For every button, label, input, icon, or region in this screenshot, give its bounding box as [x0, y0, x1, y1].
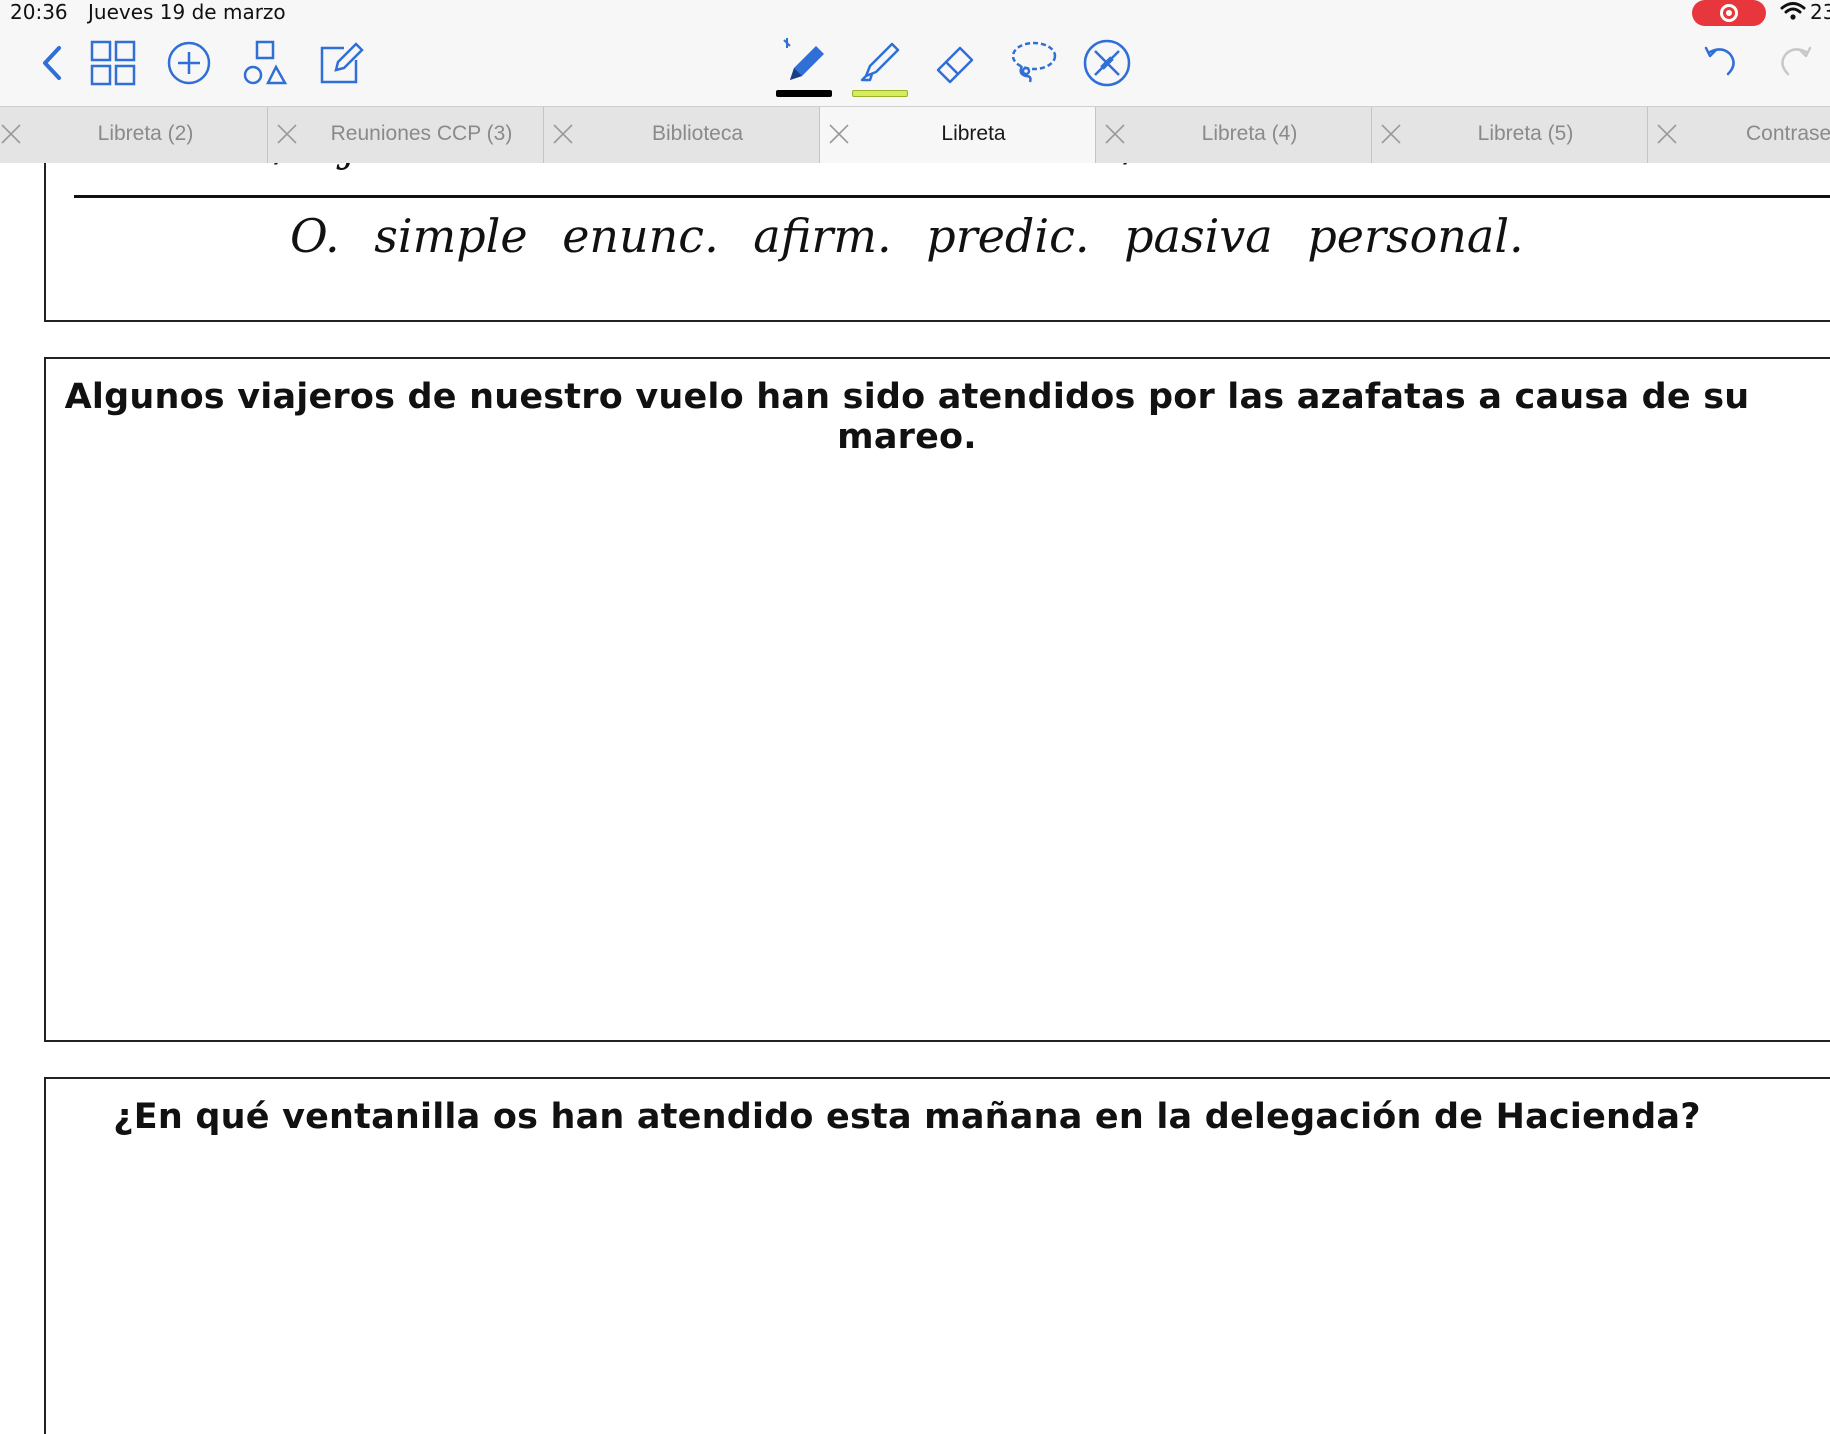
screen-recording-indicator[interactable] — [1692, 0, 1766, 26]
tab-biblioteca[interactable]: Biblioteca — [544, 107, 820, 163]
tab-label: Reuniones CCP (3) — [330, 122, 513, 145]
tab-label: Libreta (4) — [1201, 122, 1298, 145]
tab-reuniones-ccp-3[interactable]: Reuniones CCP (3) — [268, 107, 544, 163]
tab-libreta-5[interactable]: Libreta (5) — [1372, 107, 1648, 163]
tab-bar: Libreta (2) Reuniones CCP (3) Biblioteca… — [0, 106, 1830, 164]
highlighter-color-indicator[interactable] — [852, 90, 908, 97]
tab-contrase[interactable]: Contrase — [1648, 107, 1830, 163]
pen-icon[interactable] — [780, 36, 830, 86]
exercise-sentence: Algunos viajeros de nuestro vuelo han si… — [64, 377, 1750, 457]
close-icon[interactable] — [1380, 123, 1402, 145]
handwriting-predicate: SV/PV — [1070, 163, 1196, 171]
tab-libreta-4[interactable]: Libreta (4) — [1096, 107, 1372, 163]
tab-label: Biblioteca — [651, 122, 744, 145]
handwritten-divider-line — [74, 195, 1830, 198]
grid-icon[interactable] — [90, 40, 136, 86]
lasso-icon[interactable] — [1008, 38, 1058, 86]
shapes-icon[interactable] — [242, 40, 288, 86]
edit-icon[interactable] — [318, 40, 364, 86]
exercise-sentence: ¿En qué ventanilla os han atendido esta … — [113, 1097, 1701, 1137]
status-time: 20:36 — [10, 0, 68, 24]
tab-label: Contrase — [1746, 122, 1830, 145]
notebook-page[interactable]: SU/Suj. SV/PV O. simple enunc. afirm. pr… — [0, 163, 1830, 1434]
eraser-icon[interactable] — [932, 38, 980, 86]
status-date: Jueves 19 de marzo — [88, 0, 286, 24]
tab-libreta[interactable]: Libreta — [820, 107, 1096, 163]
record-icon — [1720, 4, 1738, 22]
close-icon[interactable] — [1104, 123, 1126, 145]
wifi-icon — [1780, 0, 1806, 22]
tab-label: Libreta (5) — [1477, 122, 1574, 145]
close-icon[interactable] — [828, 123, 850, 145]
exercise-box[interactable]: Algunos viajeros de nuestro vuelo han si… — [44, 357, 1830, 1042]
exercise-box-previous[interactable]: SU/Suj. SV/PV O. simple enunc. afirm. pr… — [44, 163, 1830, 322]
close-icon[interactable] — [0, 123, 22, 145]
undo-icon[interactable] — [1700, 42, 1740, 82]
handwriting-analysis: O. simple enunc. afirm. predic. pasiva p… — [290, 209, 1524, 263]
tab-label: Libreta (2) — [97, 122, 194, 145]
exercise-box[interactable]: ¿En qué ventanilla os han atendido esta … — [44, 1077, 1830, 1434]
redo-icon[interactable] — [1776, 42, 1816, 82]
back-icon[interactable] — [30, 40, 76, 86]
pen-color-indicator[interactable] — [776, 90, 832, 97]
tab-libreta-2[interactable]: Libreta (2) — [0, 107, 268, 163]
close-icon[interactable] — [276, 123, 298, 145]
hide-tools-icon[interactable] — [1082, 38, 1132, 88]
close-icon[interactable] — [552, 123, 574, 145]
add-icon[interactable] — [166, 40, 212, 86]
battery-percentage: 23 — [1810, 0, 1830, 24]
status-bar: 20:36 Jueves 19 de marzo 23 — [0, 0, 1830, 26]
tab-label: Libreta — [941, 122, 1006, 145]
highlighter-icon[interactable] — [854, 36, 904, 86]
close-icon[interactable] — [1656, 123, 1678, 145]
toolbar — [0, 26, 1830, 106]
handwriting-subject: SU/Suj. — [216, 163, 369, 171]
